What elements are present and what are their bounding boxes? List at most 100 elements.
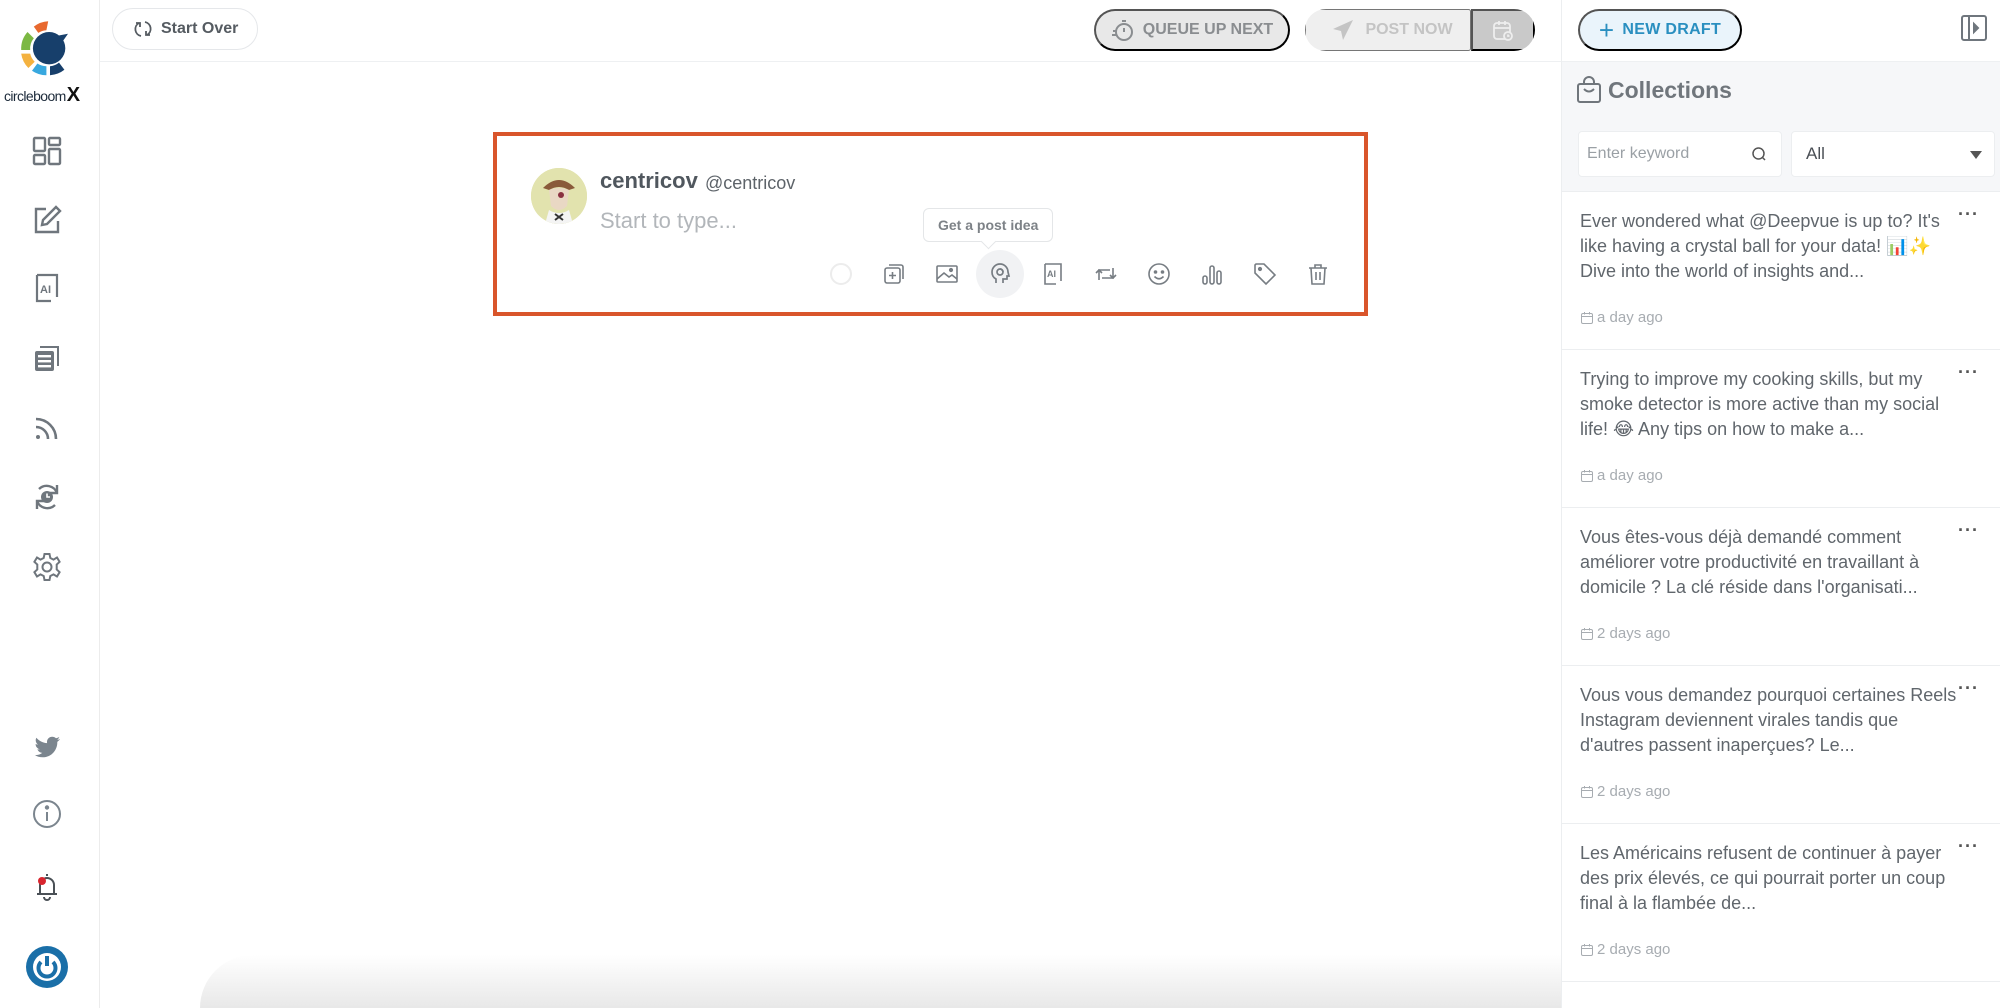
- logo-name: circleboom: [4, 88, 66, 104]
- image-icon: [936, 265, 958, 283]
- sidebar-item-power[interactable]: [24, 944, 70, 990]
- sidebar-item-info[interactable]: [27, 794, 67, 834]
- repost-button[interactable]: [1082, 250, 1130, 298]
- list-item[interactable]: Les Américains refusent de continuer à p…: [1562, 824, 2000, 982]
- bottom-shadow: [200, 955, 1561, 1008]
- new-draft-label: NEW DRAFT: [1622, 21, 1722, 38]
- emoji-button[interactable]: [1135, 250, 1183, 298]
- collections-title-text: Collections: [1608, 76, 1732, 103]
- list-item-date: a day ago: [1580, 467, 1663, 484]
- more-options-icon[interactable]: ···: [1958, 678, 1979, 699]
- character-count-indicator: [817, 250, 865, 298]
- send-icon: [1333, 20, 1354, 40]
- composer-area: centricov @centricov Get a post idea: [100, 62, 1561, 1008]
- delete-button[interactable]: [1294, 250, 1342, 298]
- refresh-icon: [134, 21, 152, 37]
- composer-toolbar: AI: [817, 250, 1347, 298]
- list-item[interactable]: Vous êtes-vous déjà demandé comment amél…: [1562, 508, 2000, 666]
- rss-icon: [35, 417, 58, 440]
- list-item[interactable]: Trying to improve my cooking skills, but…: [1562, 350, 2000, 508]
- sidebar-item-twitter[interactable]: [27, 727, 67, 767]
- auto-schedule-icon: [35, 484, 59, 510]
- add-image-button[interactable]: [923, 250, 971, 298]
- user-handle: @centricov: [705, 173, 796, 193]
- left-sidebar: circleboomX AI: [0, 0, 100, 1008]
- list-item[interactable]: Vous vous demandez pourquoi certaines Re…: [1562, 666, 2000, 824]
- sidebar-item-notifications[interactable]: [27, 866, 67, 906]
- more-options-icon[interactable]: ···: [1958, 520, 1979, 541]
- calendar-icon: [1581, 943, 1593, 956]
- compose-icon: [34, 205, 62, 234]
- post-now-button[interactable]: POST NOW: [1305, 9, 1471, 51]
- post-composer: centricov @centricov Get a post idea: [493, 132, 1368, 316]
- list-item-date-text: 2 days ago: [1597, 941, 1671, 958]
- more-options-icon[interactable]: ···: [1958, 204, 1979, 225]
- tooltip-text: Get a post idea: [938, 217, 1039, 233]
- list-item-text: Vous vous demandez pourquoi certaines Re…: [1580, 685, 1957, 755]
- sidebar-item-compose[interactable]: [27, 200, 67, 240]
- keyword-search-input[interactable]: [1579, 132, 1749, 176]
- collections-panel-header: + NEW DRAFT: [1562, 0, 2000, 62]
- ai-icon: AI: [1044, 263, 1062, 285]
- post-now-label: POST NOW: [1365, 21, 1453, 38]
- calendar-clock-icon: [1493, 21, 1513, 41]
- power-icon: [26, 946, 68, 988]
- avatar-image: [531, 168, 587, 224]
- collections-title: Collections: [1576, 76, 1732, 104]
- app-root: circleboomX AI Start Over QUEUE UP NEXT …: [0, 0, 2000, 1008]
- notification-bell-icon: [37, 874, 57, 901]
- search-icon[interactable]: [1751, 146, 1767, 162]
- ai-writer-icon: AI: [35, 273, 59, 303]
- list-item-date-text: a day ago: [1597, 309, 1663, 326]
- poll-button[interactable]: [1188, 250, 1236, 298]
- collections-filters: Collections All: [1562, 62, 2000, 192]
- tag-button[interactable]: [1241, 250, 1289, 298]
- add-thread-button[interactable]: [870, 250, 918, 298]
- info-icon: [33, 800, 61, 828]
- queue-up-next-button[interactable]: QUEUE UP NEXT: [1094, 9, 1290, 51]
- list-item-text: Vous êtes-vous déjà demandé comment amél…: [1580, 527, 1920, 597]
- calendar-icon: [1581, 311, 1593, 324]
- post-now-group: POST NOW: [1305, 9, 1535, 51]
- poll-icon: [1202, 265, 1222, 285]
- list-item-date-text: 2 days ago: [1597, 783, 1671, 800]
- avatar[interactable]: [531, 168, 587, 224]
- sidebar-item-ai-writer[interactable]: AI: [27, 268, 67, 308]
- more-options-icon[interactable]: ···: [1958, 362, 1979, 383]
- collapse-panel-button[interactable]: [1960, 14, 1988, 42]
- new-draft-button[interactable]: + NEW DRAFT: [1578, 9, 1742, 51]
- svg-text:AI: AI: [1047, 269, 1056, 279]
- sidebar-item-settings[interactable]: [27, 547, 67, 587]
- gear-icon: [33, 553, 61, 581]
- post-idea-tooltip: Get a post idea: [923, 208, 1054, 242]
- collection-list: Ever wondered what @Deepvue is up to? It…: [1562, 192, 2000, 982]
- list-item-text: Les Américains refusent de continuer à p…: [1580, 843, 1946, 913]
- logo-mark-icon: [21, 21, 68, 76]
- collection-filter-select[interactable]: All: [1791, 131, 1995, 177]
- list-item[interactable]: Ever wondered what @Deepvue is up to? It…: [1562, 192, 2000, 350]
- list-item-date: 2 days ago: [1580, 941, 1670, 958]
- character-count-ring: [830, 263, 852, 285]
- start-over-label: Start Over: [161, 20, 239, 37]
- shopping-bag-icon: [1577, 76, 1601, 103]
- start-over-button[interactable]: Start Over: [112, 8, 258, 50]
- sidebar-item-dashboard[interactable]: [27, 131, 67, 171]
- retweet-icon: [1095, 268, 1117, 280]
- add-thread-icon: [884, 264, 904, 284]
- user-display-name: centricov: [600, 168, 698, 193]
- notification-dot: [38, 877, 46, 885]
- calendar-icon: [1581, 627, 1593, 640]
- logo-wordmark: circleboomX: [4, 84, 80, 107]
- schedule-button[interactable]: [1471, 9, 1535, 51]
- panel-toggle-icon: [1961, 15, 1987, 41]
- post-idea-button[interactable]: [976, 250, 1024, 298]
- sidebar-item-rss[interactable]: [27, 408, 67, 448]
- list-item-date-text: a day ago: [1597, 467, 1663, 484]
- more-options-icon[interactable]: ···: [1958, 836, 1979, 857]
- sidebar-item-articles[interactable]: [27, 338, 67, 378]
- list-item-date: 2 days ago: [1580, 783, 1670, 800]
- ai-assist-button[interactable]: AI: [1029, 250, 1077, 298]
- tag-icon: [1254, 263, 1277, 286]
- sidebar-item-scheduled[interactable]: [27, 477, 67, 517]
- stopwatch-icon: [1111, 20, 1133, 41]
